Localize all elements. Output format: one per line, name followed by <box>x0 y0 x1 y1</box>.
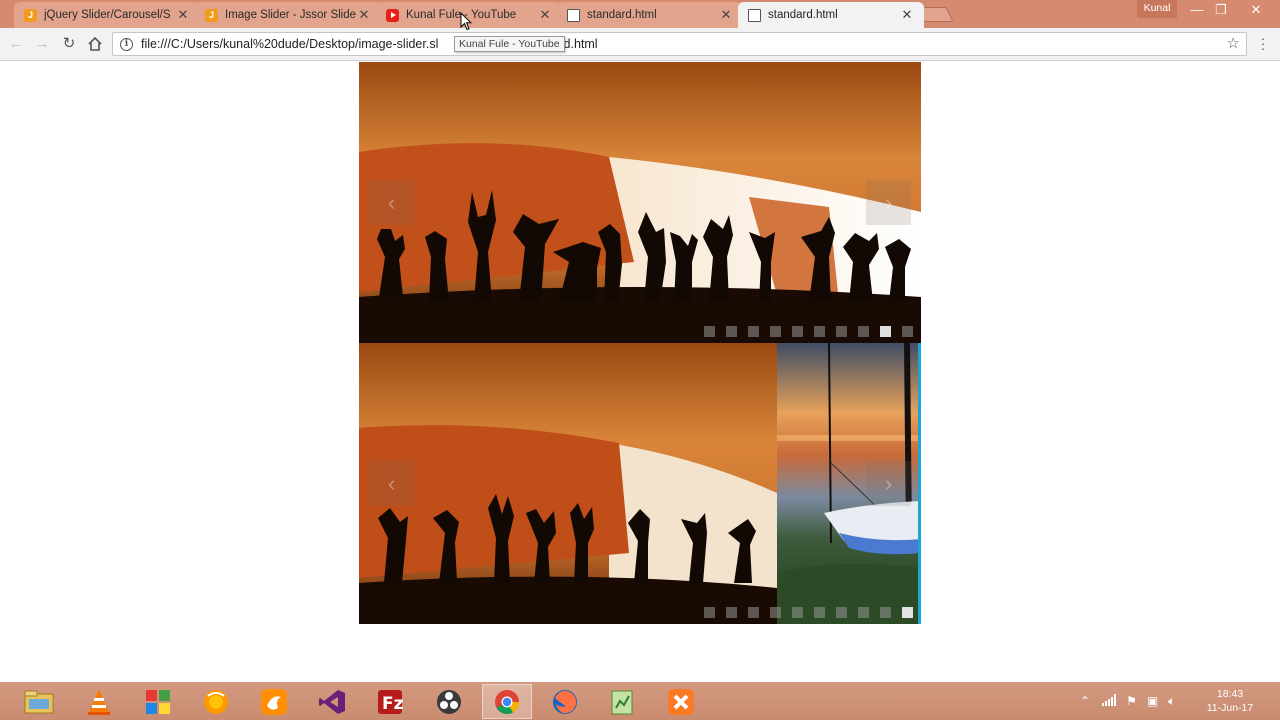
windows-taskbar: Fz ⌃ ⚑ ▣ 🔈︎ 18:43 11-Jun-17 <box>0 682 1280 720</box>
menu-icon[interactable]: · · · <box>1256 31 1270 55</box>
page-content: ‹ › ‹ › <box>0 62 1280 682</box>
firefox-icon[interactable] <box>540 684 590 719</box>
youtube-icon <box>386 8 399 22</box>
tab-title: Kunal Fule - YouTube <box>406 9 517 21</box>
slider-bullet[interactable] <box>770 607 781 618</box>
svg-text:Fz: Fz <box>382 694 403 714</box>
bookmark-star-icon[interactable]: ☆ <box>1227 34 1240 52</box>
tab-title: standard.html <box>587 9 657 21</box>
volume-icon[interactable]: 🔈︎ <box>1168 694 1175 709</box>
clock-time: 18:43 <box>1216 688 1244 700</box>
slider-bullet[interactable] <box>902 326 913 337</box>
show-hidden-icons-icon[interactable]: ⌃ <box>1080 694 1090 708</box>
slider-bullet[interactable] <box>792 607 803 618</box>
slider-bullet[interactable] <box>748 607 759 618</box>
slider-bullet[interactable] <box>814 607 825 618</box>
file-icon <box>567 8 580 22</box>
network-icon[interactable] <box>1102 693 1117 709</box>
mouse-cursor-icon <box>460 12 472 31</box>
xampp-icon[interactable] <box>656 684 706 719</box>
slider-bullet[interactable] <box>858 326 869 337</box>
tab-standard-1[interactable]: standard.html ✕ <box>557 2 743 28</box>
forward-icon[interactable]: → <box>31 33 53 55</box>
chrome-icon[interactable] <box>482 684 532 719</box>
slider-bullet[interactable] <box>704 607 715 618</box>
tab-strip: J jQuery Slider/Carousel/S ✕ J Image Sli… <box>0 0 1280 28</box>
slider-bullet[interactable] <box>880 326 891 337</box>
restore-icon[interactable]: ❐ <box>1207 0 1235 20</box>
filezilla-icon[interactable]: Fz <box>365 684 415 719</box>
tab-title: standard.html <box>768 9 838 21</box>
reload-icon[interactable]: ↻ <box>58 33 80 55</box>
notepad-plus-icon[interactable] <box>597 684 647 719</box>
tab-title: jQuery Slider/Carousel/S <box>44 9 171 21</box>
close-icon[interactable]: ✕ <box>357 7 371 23</box>
profile-button[interactable]: Kunal <box>1137 0 1177 18</box>
file-icon <box>748 8 761 22</box>
slider-next-arrow[interactable]: › <box>866 461 911 506</box>
address-bar[interactable]: i file:///C:/Users/kunal%20dude/Desktop/… <box>112 32 1247 56</box>
slider-bullets <box>704 607 913 618</box>
slider-prev-arrow[interactable]: ‹ <box>369 180 414 225</box>
slider-bullets <box>704 326 913 337</box>
back-icon[interactable]: ← <box>5 33 27 55</box>
url-text: file:///C:/Users/kunal%20dude/Desktop/im… <box>141 37 439 51</box>
close-icon[interactable]: ✕ <box>538 7 552 23</box>
slider-bullet[interactable] <box>770 326 781 337</box>
slider-next-arrow[interactable]: › <box>866 180 911 225</box>
slider-bullet[interactable] <box>836 326 847 337</box>
device-icon[interactable]: ▣ <box>1147 694 1158 708</box>
visual-studio-icon[interactable] <box>307 684 357 719</box>
slider-bullet[interactable] <box>902 607 913 618</box>
firefox-orange-icon[interactable] <box>191 684 241 719</box>
close-window-icon[interactable]: ✕ <box>1242 0 1270 20</box>
clock-date: 11-Jun-17 <box>1206 702 1254 714</box>
image-slider-2[interactable]: ‹ › <box>359 343 921 624</box>
browser-toolbar: ← → ↻ i file:///C:/Users/kunal%20dude/De… <box>0 28 1280 61</box>
action-center-flag-icon[interactable]: ⚑ <box>1126 694 1137 708</box>
tab-title: Image Slider - Jssor Slide <box>225 9 357 21</box>
file-explorer-icon[interactable] <box>14 684 64 719</box>
slider-prev-arrow[interactable]: ‹ <box>369 461 414 506</box>
jssor-icon: J <box>205 8 218 22</box>
url-text-tail: rd.html <box>559 37 598 51</box>
vlc-icon[interactable] <box>74 684 124 719</box>
slider-bullet[interactable] <box>726 607 737 618</box>
tab-tooltip: Kunal Fule - YouTube <box>454 36 565 52</box>
tab-standard-active[interactable]: standard.html ✕ <box>738 2 924 28</box>
tab-jquery-slider[interactable]: J jQuery Slider/Carousel/S ✕ <box>14 2 200 28</box>
image-slider-1[interactable]: ‹ › <box>359 62 921 343</box>
jssor-icon: J <box>24 8 37 22</box>
uc-browser-icon[interactable] <box>249 684 299 719</box>
slider-bullet[interactable] <box>792 326 803 337</box>
slide-photo-cave <box>359 62 921 343</box>
slider-bullet[interactable] <box>814 326 825 337</box>
obs-icon[interactable] <box>424 684 474 719</box>
info-icon[interactable]: i <box>120 37 133 51</box>
slider-bullet[interactable] <box>858 607 869 618</box>
close-icon[interactable]: ✕ <box>719 7 733 23</box>
slider-bullet[interactable] <box>704 326 715 337</box>
slider-bullet[interactable] <box>836 607 847 618</box>
system-tray: ⌃ ⚑ ▣ 🔈︎ <box>1080 682 1175 720</box>
slider-bullet[interactable] <box>880 607 891 618</box>
slider-bullet[interactable] <box>748 326 759 337</box>
home-icon[interactable] <box>84 33 106 55</box>
close-icon[interactable]: ✕ <box>900 7 914 23</box>
system-clock[interactable]: 18:43 11-Jun-17 <box>1198 687 1262 715</box>
close-icon[interactable]: ✕ <box>176 7 190 23</box>
windows-store-icon[interactable] <box>133 684 183 719</box>
slide-photo-cave-transition <box>359 343 921 624</box>
tab-image-slider[interactable]: J Image Slider - Jssor Slide ✕ <box>195 2 381 28</box>
slider-bullet[interactable] <box>726 326 737 337</box>
